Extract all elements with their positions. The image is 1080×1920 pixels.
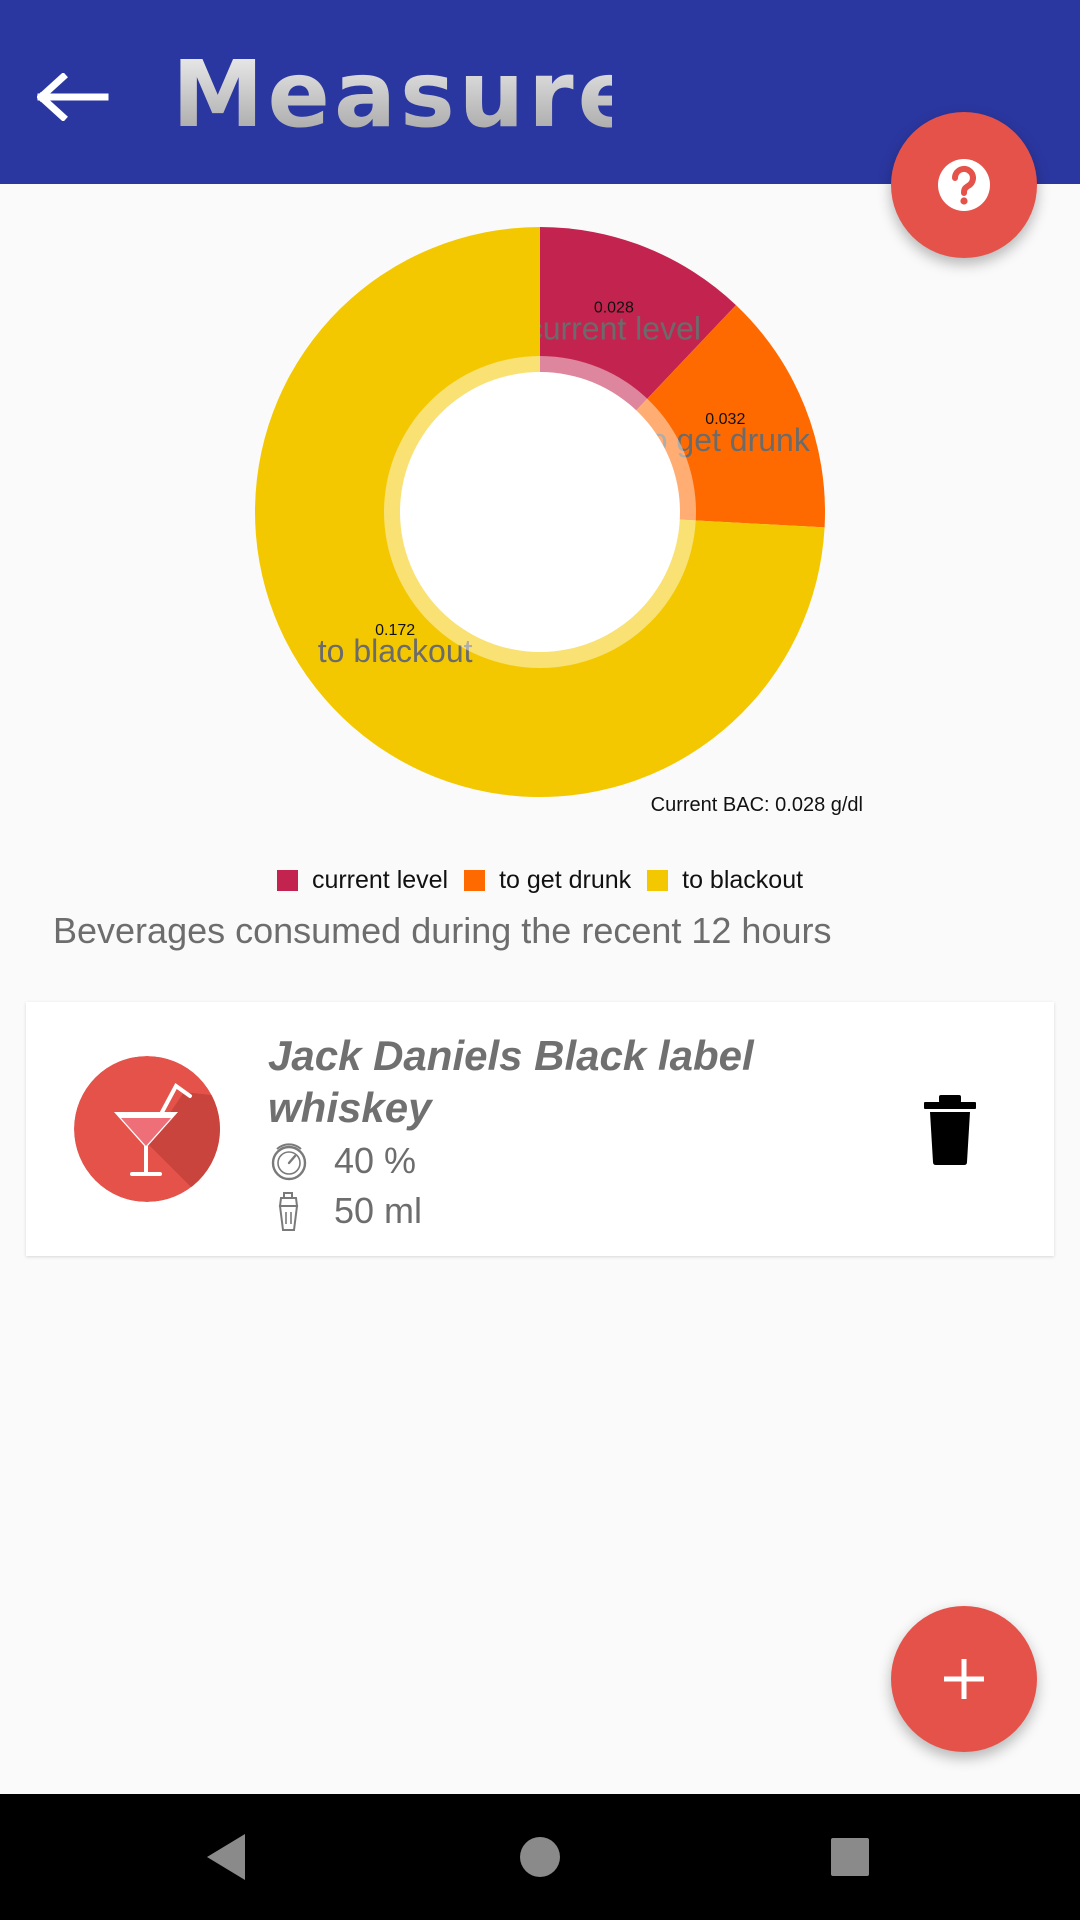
gauge-icon [271,1143,307,1181]
nav-back-button[interactable] [193,1824,259,1890]
section-title: Beverages consumed during the recent 12 … [53,910,832,951]
legend-item-to-get-drunk: to get drunk [464,866,631,895]
shaker-icon [278,1192,299,1231]
legend-swatch [464,869,486,891]
legend-label: to get drunk [499,865,632,894]
trash-icon [924,1095,976,1165]
arrow-left-icon [37,73,109,121]
strength-value: 40 % [334,1140,417,1181]
volume-value: 50 ml [334,1190,423,1231]
system-nav-bar [0,1794,1080,1920]
svg-text:Measure: Measure [172,44,612,144]
nav-home-button[interactable] [507,1824,573,1890]
legend-label: current level [311,865,449,894]
bac-donut-chart: 0.028 current level 0.032 to get drunk 0.172… [0,184,1080,844]
legend-item-current-level: current level [276,865,449,895]
legend-item-to-blackout: to blackout [647,866,803,895]
donut-svg: 0.028current level0.032to get drunk0.172… [255,227,863,816]
plus-icon [944,1659,984,1699]
add-beverage-button[interactable] [891,1606,1037,1752]
strength-row: 40 % [268,1140,416,1182]
volume-row: 50 ml [268,1190,422,1232]
beverage-card[interactable]: Jack Daniels Black label whiskey 40 % 50… [26,1002,1054,1256]
back-button[interactable] [28,62,118,132]
cocktail-glass-icon [74,1056,220,1202]
chart-description: Current BAC: 0.028 g/dl [651,794,863,816]
slice-category-label: current level [527,311,701,347]
app-title: Measure [172,44,612,144]
nav-recents-button[interactable] [817,1824,883,1890]
nav-back-icon [207,1834,245,1880]
legend-label: to blackout [682,865,804,894]
nav-home-icon [520,1837,560,1877]
delete-button[interactable] [922,1094,978,1166]
chart-legend: current level to get drunk to blackout [0,862,1080,898]
donut-hole [400,372,680,652]
nav-recents-icon [831,1838,869,1876]
legend-swatch [647,869,669,891]
beverage-name: Jack Daniels Black label whiskey [268,1032,754,1131]
legend-swatch [276,869,298,891]
